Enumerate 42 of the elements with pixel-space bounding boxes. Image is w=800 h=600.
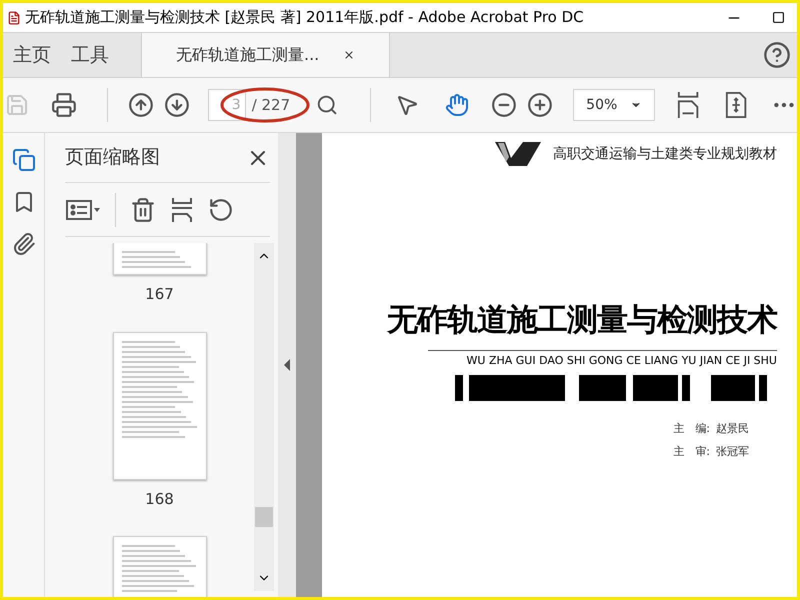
scrollbar[interactable] [254,243,274,591]
hand-icon[interactable] [445,92,470,118]
next-page-icon[interactable] [164,91,190,119]
pages-icon[interactable] [12,147,36,173]
credit-role: 主 审: [673,444,710,460]
panel-title: 页面缩略图 [65,145,160,170]
fit-page-icon[interactable] [676,89,699,121]
previous-page-icon[interactable] [128,91,154,119]
page-number-label: 167 [145,284,174,305]
scroll-mode-icon[interactable] [724,90,748,120]
page-thumbnail[interactable] [112,243,206,275]
page-count: / 227 [252,94,290,116]
maximize-icon[interactable] [772,11,785,24]
help-icon[interactable] [763,41,791,69]
close-icon[interactable] [343,49,356,61]
page-thumbnail[interactable] [112,536,206,597]
nav-tab[interactable]: 工具 [61,33,119,77]
print-icon[interactable] [51,91,77,119]
zoom-search-icon[interactable] [316,93,338,117]
options-icon[interactable] [65,198,101,222]
publisher-logo [495,141,541,167]
trash-icon[interactable] [130,196,156,224]
credit-role: 主 编: [673,421,710,437]
window-title: 无砟轨道施工测量与检测技术 [赵景民 著] 2011年版.pdf - Adobe Acrobat Pro DC [25,7,584,28]
split-page-icon[interactable] [170,196,194,224]
page-number-label: 168 [145,488,174,510]
scroll-thumb[interactable] [255,507,273,527]
nav-tab[interactable]: 主页 [3,33,61,77]
collapse-arrow-icon[interactable] [284,359,290,371]
zoom-in-icon[interactable] [527,91,554,119]
rotate-icon[interactable] [208,196,234,222]
paperclip-icon[interactable] [12,231,36,257]
credit-name: 赵景民 [716,421,749,437]
credit-name: 张冠军 [716,444,749,460]
pdf-file-icon [7,10,21,24]
series-title: 高职交通运输与土建类专业规划教材 [553,144,777,164]
page-thumbnail[interactable] [112,332,206,480]
zoom-out-icon[interactable] [491,91,518,119]
document-tab[interactable]: 无砟轨道施工测量... [141,33,390,77]
book-title: 无砟轨道施工测量与检测技术 [386,301,777,340]
zoom-dropdown[interactable]: 50% [573,89,655,121]
pinyin-title: WU ZHA GUI DAO SHI GONG CE LIANG YU JIAN CE JI SHU [466,352,777,368]
